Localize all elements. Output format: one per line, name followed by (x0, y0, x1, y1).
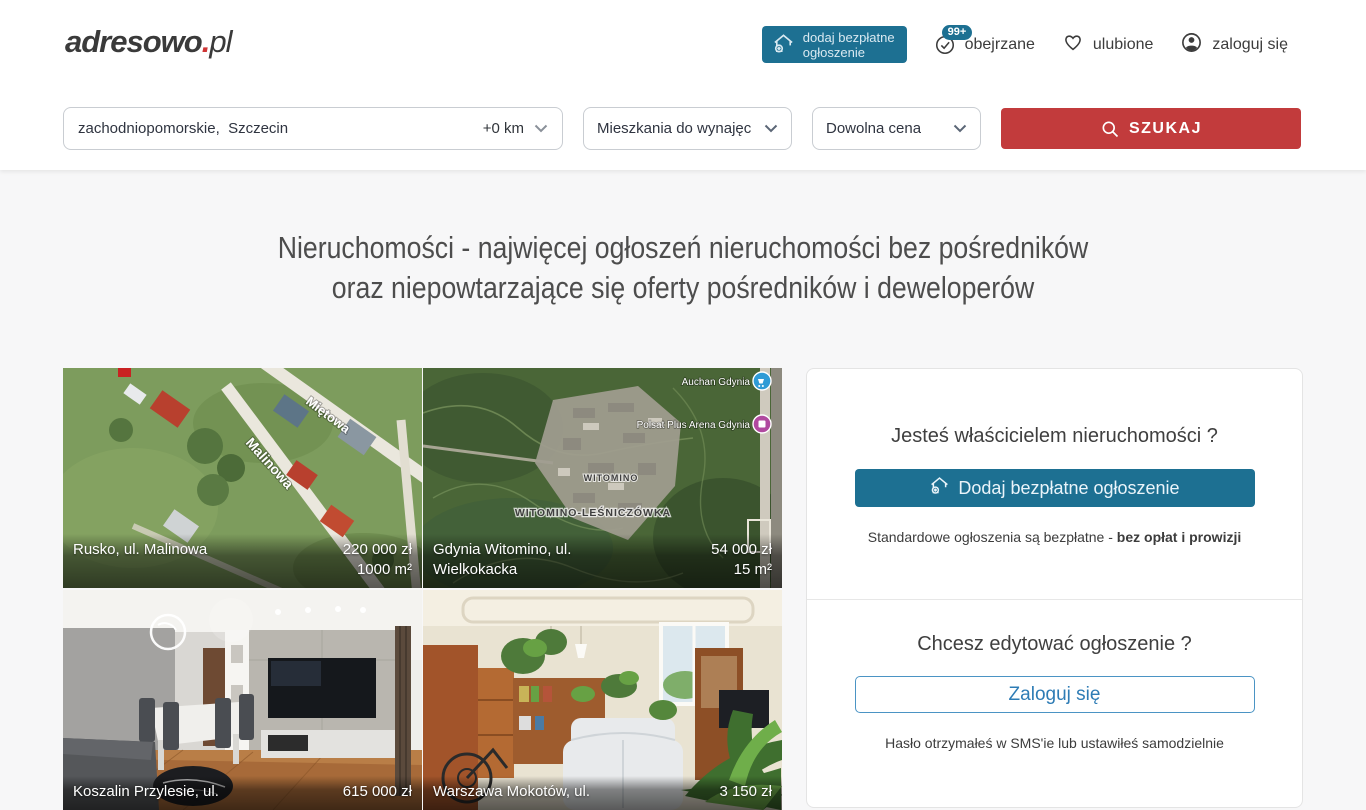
location-value: zachodniopomorskie, Szczecin (78, 120, 288, 137)
page-title-line1: Nieruchomości - najwięcej ogłoszeń nieru… (96, 228, 1271, 268)
listing-price: 3 150 zł (719, 782, 772, 802)
login-link[interactable]: zaloguj się (1180, 31, 1288, 59)
favorites-link[interactable]: ulubione (1062, 31, 1154, 58)
favorites-label: ulubione (1093, 36, 1154, 54)
login-button[interactable]: Zaloguj się (855, 676, 1255, 713)
listing-price: 615 000 zł (343, 782, 412, 802)
listing-card-warszawa[interactable]: Warszawa Mokotów, ul. 3 150 zł (423, 590, 782, 810)
price-select[interactable]: Dowolna cena (812, 107, 981, 150)
viewed-label: obejrzane (965, 36, 1035, 54)
brand-logo[interactable]: adresowo.pl (65, 24, 231, 60)
listing-price: 220 000 zł (343, 540, 412, 560)
price-value: Dowolna cena (826, 120, 921, 137)
login-button-label: Zaloguj się (1009, 684, 1101, 706)
edit-section-title: Chcesz edytować ogłoszenie ? (807, 633, 1302, 656)
map-poi-label: Auchan Gdynia (682, 377, 751, 388)
viewed-count-badge: 99+ (942, 25, 973, 40)
check-circle-icon: 99+ (934, 34, 956, 56)
chevron-down-icon (953, 124, 967, 133)
map-district-label: WITOMINO-LEŚNICZÓWKA (515, 506, 671, 519)
listing-area: 15 m² (711, 560, 772, 580)
add-listing-label-line2: ogłoszenie (803, 45, 865, 60)
chevron-down-icon (534, 124, 548, 133)
listing-overlay: Rusko, ul. Malinowa 220 000 zł 1000 m² (63, 534, 422, 588)
house-plus-icon (929, 475, 950, 501)
header-actions: dodaj bezpłatne ogłoszenie 99+ obejrzane… (762, 26, 1288, 63)
edit-section: Chcesz edytować ogłoszenie ? Zaloguj się… (807, 599, 1302, 751)
listing-card-rusko[interactable]: Miętowa Malinowa Rusko, ul. Malinowa 220… (63, 368, 422, 588)
edit-section-note: Hasło otrzymałeś w SMS'ie lub ustawiłeś … (807, 735, 1302, 751)
page-title-line2: oraz niepowtarzające się oferty pośredni… (96, 268, 1271, 308)
owner-section-note: Standardowe ogłoszenia są bezpłatne - be… (807, 529, 1302, 545)
listing-overlay: Warszawa Mokotów, ul. 3 150 zł (423, 776, 782, 810)
listing-location: Rusko, ul. Malinowa (73, 540, 207, 560)
listing-price: 54 000 zł (711, 540, 772, 560)
search-button[interactable]: SZUKAJ (1001, 108, 1301, 149)
listing-card-koszalin[interactable]: Koszalin Przylesie, ul. 615 000 zł (63, 590, 422, 810)
brand-tld: pl (209, 24, 231, 59)
sidebar-card: Jesteś właścicielem nieruchomości ? Doda… (806, 368, 1303, 808)
login-label: zaloguj się (1212, 36, 1288, 54)
category-value: Mieszkania do wynajęc (597, 120, 751, 137)
listing-overlay: Koszalin Przylesie, ul. 615 000 zł (63, 776, 422, 810)
add-listing-button[interactable]: dodaj bezpłatne ogłoszenie (762, 26, 907, 63)
heart-icon (1062, 31, 1084, 58)
search-icon (1100, 119, 1120, 139)
page-title: Nieruchomości - najwięcej ogłoszeń nieru… (96, 228, 1271, 308)
house-plus-icon (772, 32, 795, 58)
owner-section: Jesteś właścicielem nieruchomości ? Doda… (807, 369, 1302, 545)
radius-value: +0 km (483, 120, 524, 137)
map-neighborhood-label: WITOMINO (584, 473, 639, 483)
listing-overlay: Gdynia Witomino, ul. Wielkokacka 54 000 … (423, 534, 782, 588)
add-free-listing-button[interactable]: Dodaj bezpłatne ogłoszenie (855, 469, 1255, 507)
listing-location: Gdynia Witomino, ul. Wielkokacka (433, 540, 623, 580)
listing-location: Warszawa Mokotów, ul. (433, 782, 590, 802)
search-button-label: SZUKAJ (1129, 120, 1202, 138)
viewed-link[interactable]: 99+ obejrzane (934, 34, 1035, 56)
listing-card-gdynia[interactable]: WITOMINO-LEŚNICZÓWKA WITOMINO Auchan Gdy… (423, 368, 782, 588)
header: adresowo.pl dodaj bezpłatne ogłoszenie (0, 0, 1366, 170)
brand-name: adresowo (65, 24, 202, 59)
listings-grid: Miętowa Malinowa Rusko, ul. Malinowa 220… (63, 368, 782, 808)
radius-select[interactable]: +0 km (483, 120, 548, 137)
owner-section-title: Jesteś właścicielem nieruchomości ? (807, 425, 1302, 448)
listing-location: Koszalin Przylesie, ul. (73, 782, 219, 802)
listing-area: 1000 m² (343, 560, 412, 580)
chevron-down-icon (764, 124, 778, 133)
category-select[interactable]: Mieszkania do wynajęc (583, 107, 792, 150)
add-listing-label-line1: dodaj bezpłatne (803, 30, 895, 45)
add-free-listing-label: Dodaj bezpłatne ogłoszenie (958, 478, 1179, 499)
map-poi-label: Polsat Plus Arena Gdynia (637, 420, 751, 431)
user-icon (1180, 31, 1203, 59)
location-input[interactable]: zachodniopomorskie, Szczecin +0 km (63, 107, 563, 150)
search-bar: zachodniopomorskie, Szczecin +0 km Miesz… (63, 107, 1301, 150)
